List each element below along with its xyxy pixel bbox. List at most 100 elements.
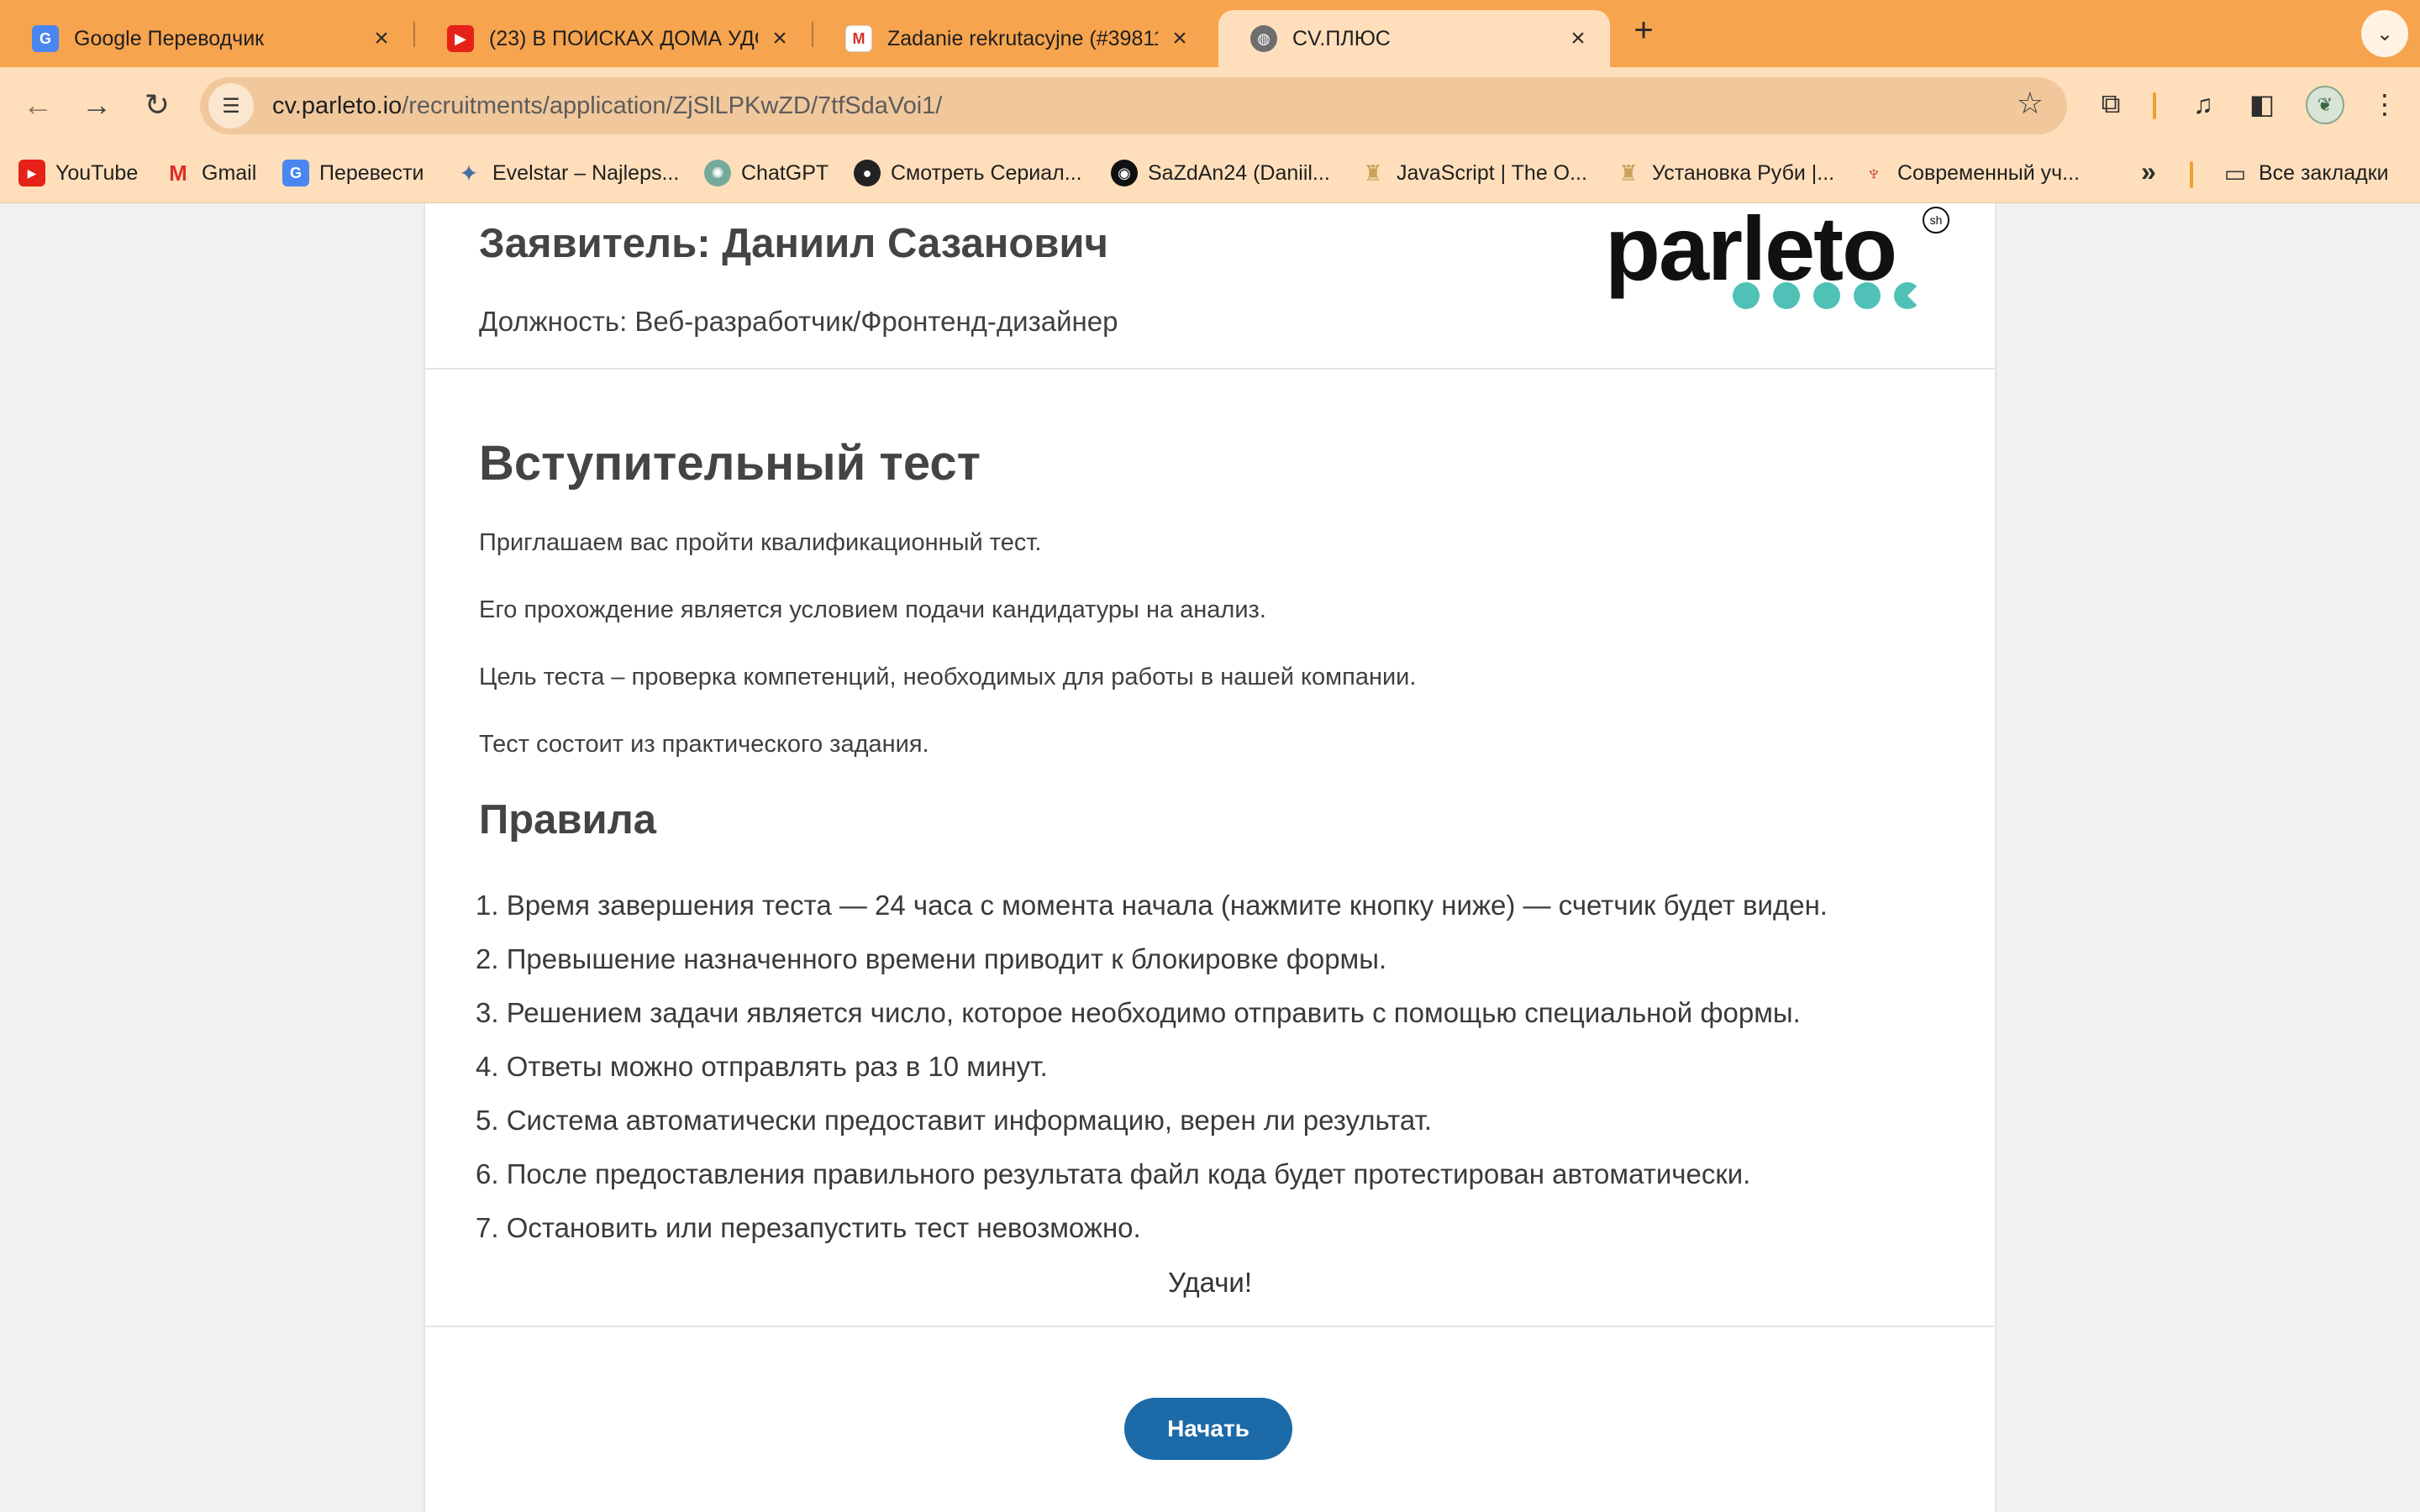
new-tab-button[interactable]: + xyxy=(1627,12,1660,50)
bookmark-label: SaZdAn24 (Daniil... xyxy=(1148,160,1330,185)
bookmark-javascript[interactable]: ♜ JavaScript | The O... xyxy=(1360,155,1587,192)
logo-badge: sh xyxy=(1923,207,1949,234)
all-bookmarks-button[interactable]: ▭ Все закладки xyxy=(2222,155,2389,192)
github-icon: ◉ xyxy=(1111,160,1138,186)
tab-title: CV.ПЛЮС xyxy=(1292,26,1391,50)
bookmark-label: Перевести xyxy=(319,160,424,185)
logo-dot xyxy=(1733,282,1760,309)
globe-icon: ◍ xyxy=(1250,25,1277,52)
bookmark-label: Смотреть Сериал... xyxy=(891,160,1082,185)
toolbar-divider xyxy=(2153,92,2156,119)
profile-avatar[interactable]: ❦ xyxy=(2306,86,2344,124)
chatgpt-icon: ✺ xyxy=(704,160,731,186)
logo-dot xyxy=(1813,282,1840,309)
logo-dot xyxy=(1894,282,1921,309)
bookmark-label: YouTube xyxy=(55,160,139,185)
forward-button[interactable]: → xyxy=(74,82,119,128)
bookmark-label: JavaScript | The O... xyxy=(1397,160,1587,185)
address-bar[interactable]: ☰ cv.parleto.io/recruitments/application… xyxy=(200,77,2067,134)
serial-icon: ● xyxy=(854,160,881,186)
chevron-down-icon: ⌄ xyxy=(2375,22,2394,45)
url-text[interactable]: cv.parleto.io/recruitments/application/Z… xyxy=(272,92,942,120)
intro-paragraph: Тест состоит из практического задания. xyxy=(479,731,929,758)
kebab-menu-icon[interactable]: ⋮ xyxy=(2365,84,2405,124)
start-test-button[interactable]: Начать xyxy=(1124,1398,1292,1460)
rules-list: 1. Время завершения теста — 24 часа с мо… xyxy=(476,889,1828,1265)
bookmark-serial[interactable]: ● Смотреть Сериал... xyxy=(854,155,1082,192)
bookmarks-bar: ▶ YouTube M Gmail G Перевести ✦ Evelstar… xyxy=(0,143,2420,203)
back-button[interactable]: ← xyxy=(15,82,60,128)
application-card: Заявитель: Даниил Сазанович Должность: В… xyxy=(424,203,1996,1512)
google-translate-icon: G xyxy=(282,160,309,186)
bookmark-chatgpt[interactable]: ✺ ChatGPT xyxy=(704,155,829,192)
javascript-icon: ♜ xyxy=(1363,160,1383,186)
tab-strip: G Google Переводчик × ▶ (23) В ПОИСКАХ Д… xyxy=(0,0,2420,67)
url-host: cv.parleto.io xyxy=(272,92,402,119)
bookmark-modern-tutorial[interactable]: ♆ Современный уч... xyxy=(1860,155,2080,192)
browser-toolbar: ← → ↻ ☰ cv.parleto.io/recruitments/appli… xyxy=(0,67,2420,143)
reload-icon: ↻ xyxy=(144,87,171,122)
bookmark-star-icon[interactable]: ☆ xyxy=(2017,86,2044,121)
intro-paragraph: Приглашаем вас пройти квалификационный т… xyxy=(479,529,1042,556)
applicant-name: Заявитель: Даниил Сазанович xyxy=(479,221,1108,266)
rule-item: 3. Решением задачи является число, котор… xyxy=(476,997,1801,1028)
gmail-icon: M xyxy=(169,160,187,186)
job-position: Должность: Веб-разработчик/Фронтенд-диза… xyxy=(479,306,1118,337)
arrow-left-icon: ← xyxy=(23,87,53,122)
bookmark-label: Gmail xyxy=(202,160,257,185)
bookmark-label: Современный уч... xyxy=(1897,160,2080,185)
youtube-icon: ▶ xyxy=(447,25,474,52)
logo-dots xyxy=(1733,282,1921,309)
intro-paragraph: Цель теста – проверка компетенций, необх… xyxy=(479,664,1417,690)
site-settings-icon[interactable]: ☰ xyxy=(208,83,254,129)
rule-item: 5. Система автоматически предоставит инф… xyxy=(476,1105,1433,1136)
bookmarks-divider xyxy=(2190,161,2193,188)
tab-title: (23) В ПОИСКАХ ДОМА УДО xyxy=(489,26,758,50)
bookmark-github[interactable]: ◉ SaZdAn24 (Daniil... xyxy=(1111,155,1330,192)
parleto-logo: parleto sh xyxy=(1605,203,1975,321)
rule-item: 1. Время завершения теста — 24 часа с мо… xyxy=(476,890,1828,921)
close-icon[interactable]: × xyxy=(1566,24,1590,53)
folder-icon: ▭ xyxy=(2223,160,2247,186)
bookmark-youtube[interactable]: ▶ YouTube xyxy=(18,155,138,192)
evelstar-icon: ✦ xyxy=(459,160,479,186)
logo-dot xyxy=(1854,282,1881,309)
rule-item: 7. Остановить или перезапустить тест нев… xyxy=(476,1212,1141,1243)
close-icon[interactable]: × xyxy=(370,24,393,53)
rule-item: 6. После предоставления правильного резу… xyxy=(476,1158,1751,1189)
chevron-double-right-icon[interactable]: » xyxy=(2141,156,2156,187)
tab-search-button[interactable]: ⌄ xyxy=(2361,10,2408,57)
tower-icon: ♆ xyxy=(1865,160,1882,186)
bookmark-label: Evelstar – Najleps... xyxy=(492,160,680,185)
good-luck-text: Удачи! xyxy=(1167,1267,1253,1298)
logo-text: parleto xyxy=(1605,197,1897,299)
close-icon[interactable]: × xyxy=(1168,24,1192,53)
bookmark-label: Установка Руби |... xyxy=(1652,160,1835,185)
media-controls-icon[interactable]: ♫ xyxy=(2183,84,2223,124)
tab-gmail[interactable]: M Zadanie rekrutacyjne (#39811 × xyxy=(813,10,1212,67)
rules-heading: Правила xyxy=(479,797,657,843)
bookmark-gmail[interactable]: M Gmail xyxy=(165,155,256,192)
all-bookmarks-label: Все закладки xyxy=(2259,160,2389,185)
rule-item: 2. Превышение назначенного времени приво… xyxy=(476,943,1387,974)
footer-divider xyxy=(425,1326,1995,1327)
reload-button[interactable]: ↻ xyxy=(134,82,180,128)
tab-title: Zadanie rekrutacyjne (#39811 xyxy=(887,26,1158,50)
tab-google-translate[interactable]: G Google Переводчик × xyxy=(0,10,413,67)
tab-youtube[interactable]: ▶ (23) В ПОИСКАХ ДОМА УДО × xyxy=(415,10,812,67)
bookmark-ruby[interactable]: ♜ Установка Руби |... xyxy=(1615,155,1834,192)
google-translate-icon: G xyxy=(32,25,59,52)
tab-cv-plus[interactable]: ◍ CV.ПЛЮС × xyxy=(1218,10,1610,67)
extensions-icon[interactable]: ⧉ xyxy=(2091,84,2131,124)
gmail-icon: M xyxy=(845,25,872,52)
logo-dot xyxy=(1773,282,1800,309)
close-icon[interactable]: × xyxy=(768,24,792,53)
page-viewport: Заявитель: Даниил Сазанович Должность: В… xyxy=(0,203,2420,1512)
intro-heading: Вступительный тест xyxy=(479,436,981,491)
bookmark-evelstar[interactable]: ✦ Evelstar – Najleps... xyxy=(455,155,679,192)
side-panel-icon[interactable]: ◧ xyxy=(2242,84,2282,124)
bookmark-translate[interactable]: G Перевести xyxy=(282,155,424,192)
rule-item: 4. Ответы можно отправлять раз в 10 мину… xyxy=(476,1051,1048,1082)
bookmark-label: ChatGPT xyxy=(741,160,829,185)
url-path: /recruitments/application/ZjSlLPKwZD/7tf… xyxy=(402,92,943,119)
